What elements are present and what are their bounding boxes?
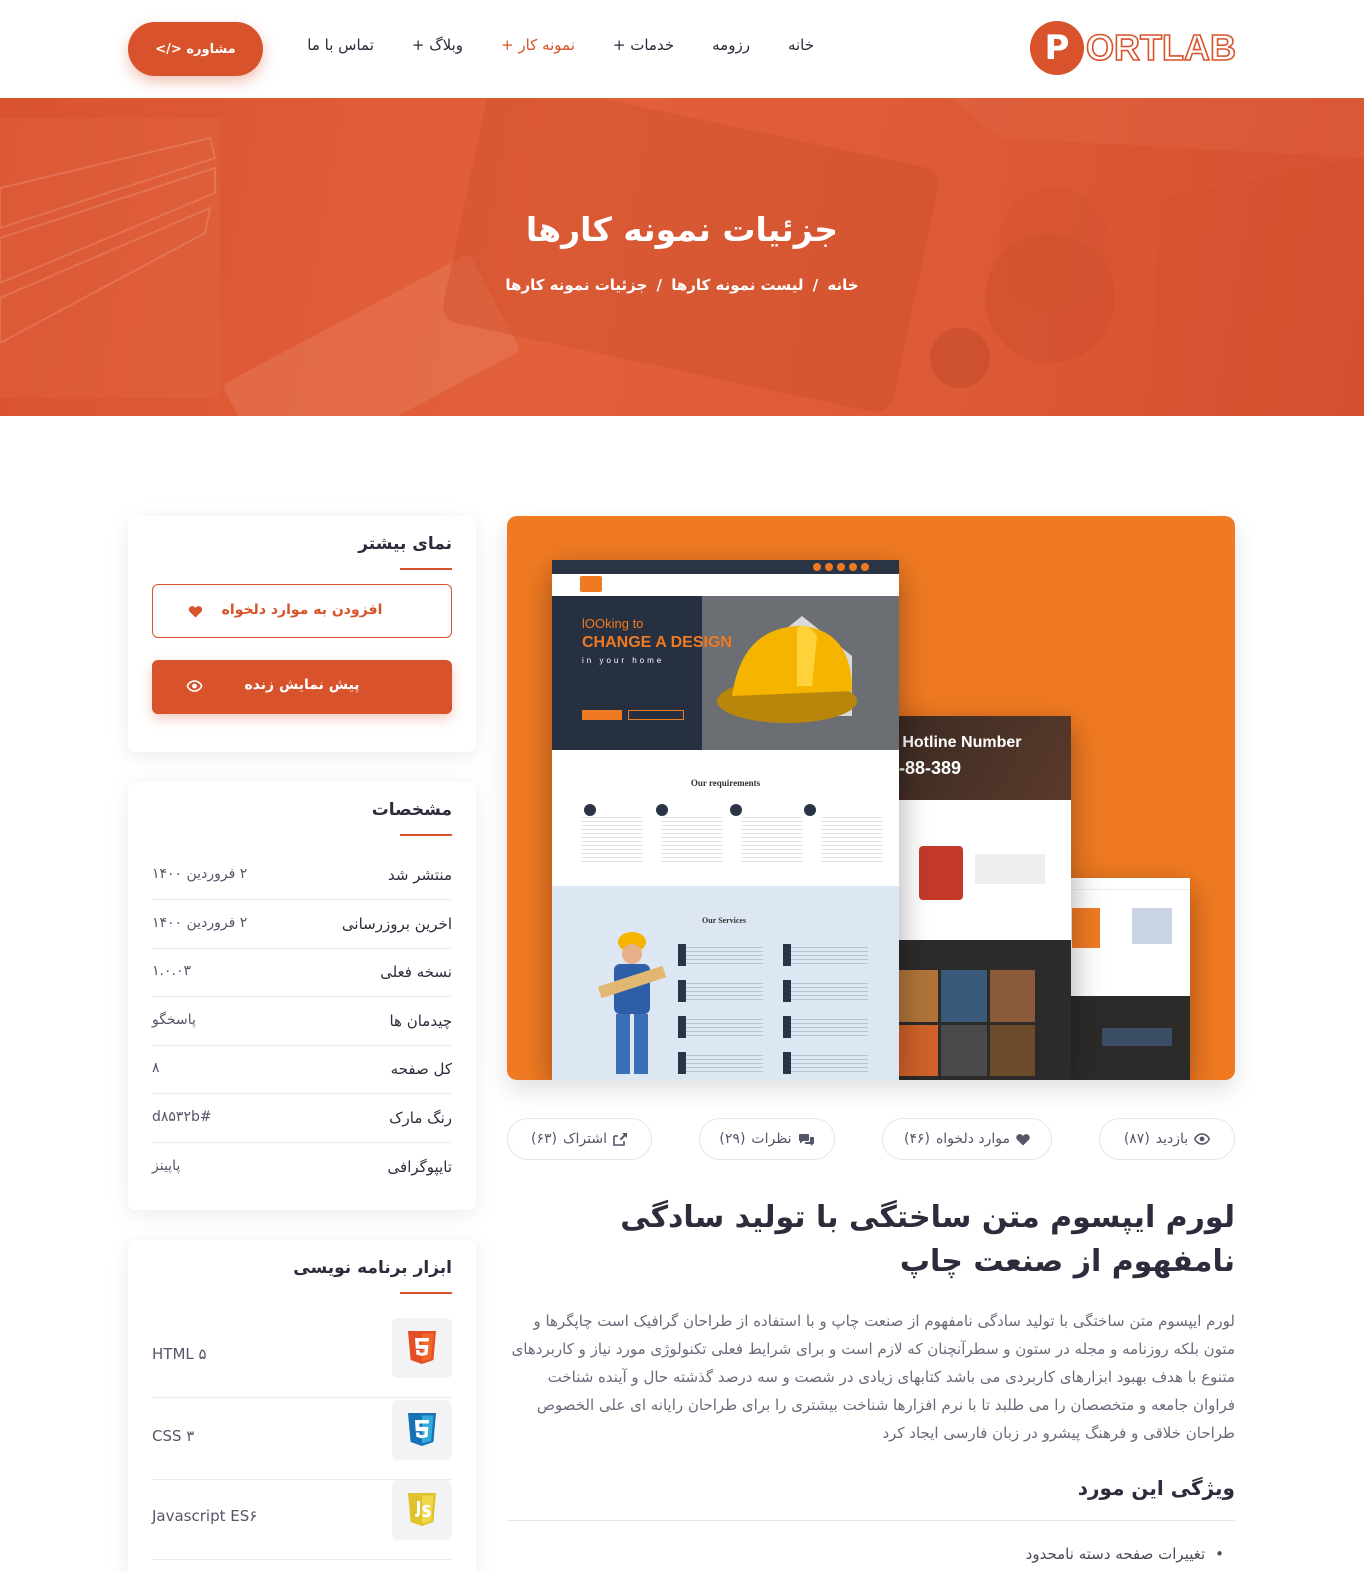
stat-comments[interactable]: نظرات (۲۹) <box>699 1118 835 1160</box>
stat-shares-count: (۶۳) <box>531 1131 557 1147</box>
spec-key: رنگ مارک <box>389 1109 452 1127</box>
nav-item-services[interactable]: خدمات + <box>613 36 674 54</box>
portfolio-image: y Hotline Number 2-88-389 lOOking to CHA… <box>507 516 1235 1080</box>
spec-row: اخرین بروزرسانی ۲ فروردین ۱۴۰۰ <box>152 901 452 949</box>
spec-row: تایپوگرافی پاپینز <box>152 1144 452 1192</box>
eye-icon <box>184 676 204 696</box>
mockup-page-main: lOOking to CHANGE A DESIGN in your home … <box>552 560 899 1080</box>
specs-card: مشخصات منتشر شد ۲ فروردین ۱۴۰۰ اخرین برو… <box>128 782 476 1210</box>
page-title: جزئیات نمونه کارها <box>525 210 839 249</box>
spec-row: نسخه فعلی ۱.۰.۰۳ <box>152 949 452 997</box>
mockup-hero-line2: CHANGE A DESIGN <box>582 634 732 651</box>
html5-icon <box>392 1318 452 1378</box>
hero-background-illustration <box>0 98 1364 416</box>
post-stats: بازدید (۸۷) موارد دلخواه (۴۶) نظرات (۲۹)… <box>507 1118 1235 1160</box>
nav-item-resume[interactable]: رزومه <box>712 36 750 54</box>
site-header: P ORTLAB خانه رزومه خدمات + نمونه کار + … <box>0 0 1364 98</box>
stat-views-count: (۸۷) <box>1123 1131 1150 1147</box>
spec-key: اخرین بروزرسانی <box>341 915 452 933</box>
mockup-page-second: y Hotline Number 2-88-389 <box>889 716 1071 1080</box>
tool-row: CSS ۳ <box>152 1400 452 1480</box>
stat-views-label: بازدید <box>1155 1131 1189 1147</box>
spec-row: کل صفحه ۸ <box>152 1046 452 1094</box>
nav-item-blog[interactable]: وبلاگ + <box>412 36 463 54</box>
mockup-hotline: y Hotline Number <box>889 734 1022 751</box>
js-icon <box>392 1480 452 1540</box>
more-view-card: نمای بیشتر افزودن به موارد دلخواه پیش نم… <box>128 516 476 752</box>
more-view-title: نمای بیشتر <box>358 534 452 554</box>
css3-icon <box>392 1400 452 1460</box>
stat-favorites-count: (۴۶) <box>903 1131 930 1147</box>
spec-value: #d۸۵۳۲b <box>152 1109 212 1125</box>
stat-views[interactable]: بازدید (۸۷) <box>1099 1118 1235 1160</box>
mockup-requirements: Our requirements <box>690 778 761 788</box>
consult-button[interactable]: مشاوره </> <box>128 22 263 76</box>
stat-shares[interactable]: اشتراک (۶۳) <box>507 1118 652 1160</box>
tool-name: CSS ۳ <box>152 1427 195 1445</box>
breadcrumb-portfolio-list[interactable]: لیست نمونه کارها <box>671 276 803 294</box>
main-nav: خانه رزومه خدمات + نمونه کار + وبلاگ + ت… <box>307 36 814 54</box>
site-logo[interactable]: P ORTLAB <box>1030 21 1237 75</box>
comments-icon <box>798 1133 814 1146</box>
spec-key: کل صفحه <box>390 1060 452 1078</box>
mockup-hero-line3: in your home <box>582 656 665 665</box>
nav-item-portfolio[interactable]: نمونه کار + <box>501 36 575 54</box>
post-title: لورم ایپسوم متن ساختگی با تولید سادگی نا… <box>620 1200 1235 1279</box>
spec-key: نسخه فعلی <box>380 963 452 981</box>
title-underline <box>400 568 452 570</box>
spec-value: ۲ فروردین ۱۴۰۰ <box>152 915 248 931</box>
spec-key: تایپوگرافی <box>387 1158 452 1176</box>
breadcrumb-separator: / <box>812 276 819 294</box>
heart-icon <box>185 601 205 621</box>
mockup-services: Our Services <box>702 916 747 925</box>
mockup-page-third <box>1062 878 1190 1080</box>
spec-row: منتشر شد ۲ فروردین ۱۴۰۰ <box>152 852 452 900</box>
logo-wordmark: ORTLAB <box>1085 26 1237 69</box>
page-hero: جزئیات نمونه کارها خانه / لیست نمونه کار… <box>0 98 1364 416</box>
tools-title: ابزار برنامه نویسی <box>293 1258 452 1278</box>
breadcrumb-home[interactable]: خانه <box>827 276 858 294</box>
title-underline <box>400 834 452 836</box>
stat-comments-count: (۲۹) <box>719 1131 746 1147</box>
breadcrumb-separator: / <box>656 276 663 294</box>
spec-row: چیدمان ها پاسخگو <box>152 998 452 1046</box>
tool-name: HTML ۵ <box>152 1345 207 1363</box>
add-favorite-button[interactable]: افزودن به موارد دلخواه <box>152 584 452 638</box>
mockup-hero-line1: lOOking to <box>582 616 644 631</box>
spec-row: رنگ مارک #d۸۵۳۲b <box>152 1095 452 1143</box>
nav-item-home[interactable]: خانه <box>788 36 814 54</box>
live-preview-button[interactable]: پیش نمایش زنده <box>152 660 452 714</box>
tool-row: Javascript ES۶ <box>152 1480 452 1560</box>
spec-key: منتشر شد <box>388 866 452 884</box>
stat-favorites-label: موارد دلخواه <box>935 1131 1011 1147</box>
specs-title: مشخصات <box>371 800 452 820</box>
breadcrumb-current: جزئیات نمونه کارها <box>505 276 648 294</box>
spec-value: ۲ فروردین ۱۴۰۰ <box>152 866 248 882</box>
spec-value: پاسخگو <box>152 1012 196 1028</box>
post-body: لورم ایپسوم متن ساختگی با تولید سادگی نا… <box>511 1312 1235 1442</box>
share-icon <box>613 1133 627 1146</box>
tool-row: HTML ۵ <box>152 1318 452 1398</box>
heart-icon <box>1016 1133 1030 1145</box>
stat-comments-label: نظرات <box>751 1131 792 1147</box>
spec-key: چیدمان ها <box>389 1012 452 1030</box>
logo-badge: P <box>1030 21 1085 75</box>
stat-favorites[interactable]: موارد دلخواه (۴۶) <box>882 1118 1052 1160</box>
eye-icon <box>1194 1133 1211 1145</box>
title-underline <box>400 1292 452 1294</box>
spec-value: ۸ <box>152 1060 160 1076</box>
spec-value: پاپینز <box>152 1158 181 1174</box>
mockup-hotline-number: 2-88-389 <box>889 758 962 778</box>
feature-item: تغییرات صفحه دسته نامحدود <box>1026 1545 1224 1563</box>
spec-value: ۱.۰.۰۳ <box>152 963 191 979</box>
consult-button-label: مشاوره </> <box>155 41 236 57</box>
stat-shares-label: اشتراک <box>563 1131 607 1147</box>
breadcrumb: خانه / لیست نمونه کارها / جزئیات نمونه ک… <box>0 276 1364 294</box>
features-title: ویژگی این مورد <box>1077 1476 1235 1500</box>
nav-item-contact[interactable]: تماس با ما <box>307 36 374 54</box>
tool-name: Javascript ES۶ <box>152 1507 258 1525</box>
tools-card: ابزار برنامه نویسی HTML ۵ CSS ۳ Javascri… <box>128 1240 476 1572</box>
features-divider <box>507 1520 1235 1521</box>
